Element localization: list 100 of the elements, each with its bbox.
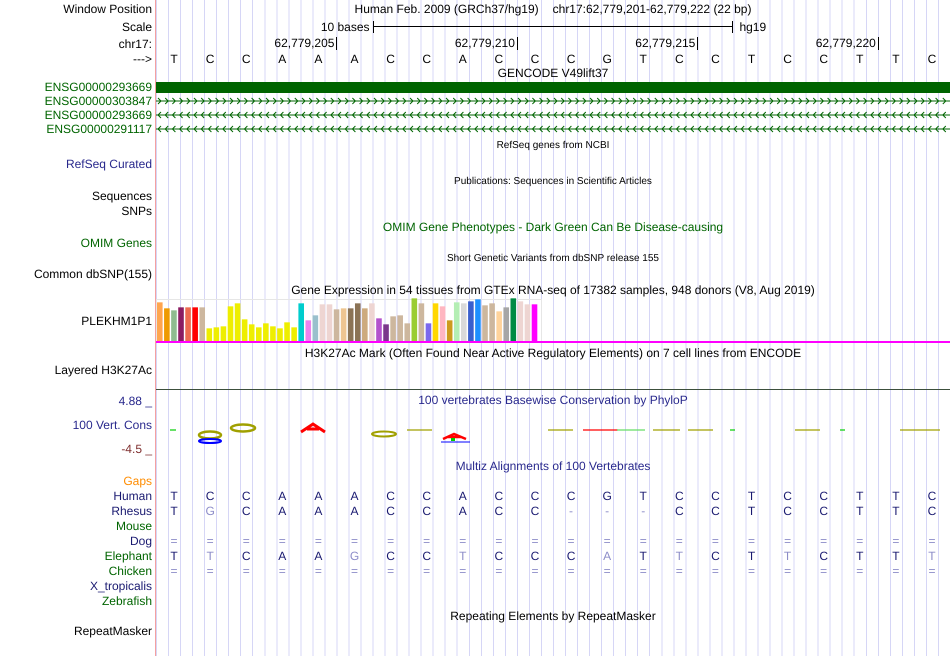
aligned-base: T [746, 548, 756, 562]
species-label: Zebrafish [102, 594, 152, 608]
aligned-base: = [783, 564, 792, 578]
aligned-base: = [206, 564, 215, 578]
expression-bar[interactable] [510, 298, 516, 341]
species-label: Human [113, 488, 152, 502]
aligned-base: C [494, 488, 504, 502]
aligned-base: = [170, 534, 179, 548]
track-title: RefSeq genes from NCBI [496, 140, 610, 151]
aligned-base: = [674, 534, 684, 548]
aligned-base: = [386, 534, 396, 548]
expression-bar[interactable] [305, 320, 312, 341]
aligned-base: = [422, 564, 432, 578]
track-title: Short Genetic Variants from dbSNP release 155 [447, 252, 659, 264]
aligned-base: G [601, 488, 613, 502]
position-text: chr17:62,779,201-62,779,222 (22 bp) [552, 2, 752, 16]
aligned-base: T [205, 548, 215, 562]
expression-bar[interactable] [376, 318, 382, 341]
aligned-base: C [240, 488, 252, 502]
aligned-base: C [240, 548, 252, 562]
track-label: RefSeq Curated [66, 156, 152, 170]
aligned-base: C [421, 548, 432, 562]
aligned-base: T [169, 488, 179, 502]
aligned-base: A [602, 548, 612, 562]
expression-bar[interactable] [468, 301, 474, 341]
track-label: 100 Vert. Cons [72, 418, 152, 432]
expression-bar[interactable] [446, 320, 452, 341]
base-letter: C [494, 52, 504, 66]
assembly-label: hg19 [738, 20, 766, 34]
ruler-tick-label: 62,779,215 [635, 37, 698, 50]
aligned-base: = [494, 564, 504, 578]
track-title: OMIM Gene Phenotypes - Dark Green Can Be Disease-causing [382, 220, 724, 234]
aligned-base: T [891, 504, 901, 518]
aligned-base: T [746, 504, 756, 518]
expression-bar[interactable] [362, 308, 368, 341]
gene-label[interactable]: ENSG00000293669 [44, 108, 152, 122]
gene-bar[interactable] [156, 82, 950, 92]
expression-bar[interactable] [178, 307, 184, 341]
track-title: Repeating Elements by RepeatMasker [450, 609, 656, 623]
track-label: PLEKHM1P1 [81, 314, 152, 328]
aligned-base: - [568, 504, 574, 518]
aligned-base: C [674, 504, 685, 518]
base-letter: C [530, 52, 540, 66]
expression-bar[interactable] [475, 299, 481, 341]
aligned-base: = [350, 534, 359, 548]
aligned-base: = [855, 564, 864, 578]
species-label: X_tropicalis [90, 578, 152, 592]
track-label: Common dbSNP(155) [34, 267, 152, 281]
aligned-base: = [386, 564, 396, 578]
aligned-base: C [818, 504, 829, 518]
aligned-base: = [530, 564, 540, 578]
aligned-base: = [891, 564, 900, 578]
aligned-base: C [566, 548, 576, 562]
base-letter: A [458, 52, 468, 66]
expression-bar[interactable] [503, 307, 510, 341]
aligned-base: = [422, 534, 432, 548]
base-letter: T [169, 52, 179, 66]
track-label: chr17: [118, 36, 152, 50]
expression-bar[interactable] [185, 307, 191, 341]
gene-label[interactable]: ENSG00000303847 [44, 94, 152, 108]
aligned-base: A [277, 488, 288, 502]
expression-bar[interactable] [199, 307, 206, 341]
aligned-base: T [855, 488, 864, 502]
species-label: Dog [130, 534, 152, 548]
ruler-tick-label: 62,779,205 [274, 37, 338, 50]
aligned-base: = [278, 534, 287, 548]
expression-bar[interactable] [383, 324, 389, 341]
base-letter: C [674, 52, 685, 66]
expression-bar[interactable] [426, 323, 432, 341]
aligned-base: C [710, 488, 721, 502]
base-letter: C [421, 52, 432, 66]
aligned-base: A [313, 504, 324, 518]
aligned-base: - [604, 504, 610, 518]
aligned-base: A [277, 548, 288, 562]
track-title: Multiz Alignments of 100 Vertebrates [456, 458, 650, 472]
aligned-base: C [818, 548, 829, 562]
expression-bar[interactable] [348, 308, 354, 341]
aligned-base: = [350, 564, 359, 578]
track-title: Publications: Sequences in Scientific Articles [454, 176, 652, 186]
aligned-base: C [385, 488, 396, 502]
base-letter: T [891, 52, 901, 66]
aligned-base: C [204, 488, 216, 502]
aligned-base: = [783, 534, 792, 548]
aligned-base: = [206, 534, 215, 548]
aligned-base: = [710, 534, 720, 548]
expression-bar[interactable] [404, 323, 410, 341]
aligned-base: = [242, 534, 251, 548]
aligned-base: = [746, 564, 756, 578]
gene-label[interactable]: ENSG00000293669 [44, 80, 152, 94]
species-label: Elephant [104, 548, 152, 562]
track-title: H3K27Ac Mark (Often Found Near Active Regulatory Elements) on 7 cell lines from ENCODE [304, 346, 802, 360]
aligned-base: A [458, 504, 468, 518]
aligned-base: = [602, 564, 612, 578]
aligned-base: C [674, 488, 685, 502]
aligned-base: T [169, 504, 179, 518]
aligned-base: C [530, 488, 540, 502]
aligned-base: = [278, 564, 287, 578]
gene-label[interactable]: ENSG00000291117 [46, 122, 152, 136]
expression-bar[interactable] [354, 303, 361, 341]
aligned-base: = [855, 534, 864, 548]
